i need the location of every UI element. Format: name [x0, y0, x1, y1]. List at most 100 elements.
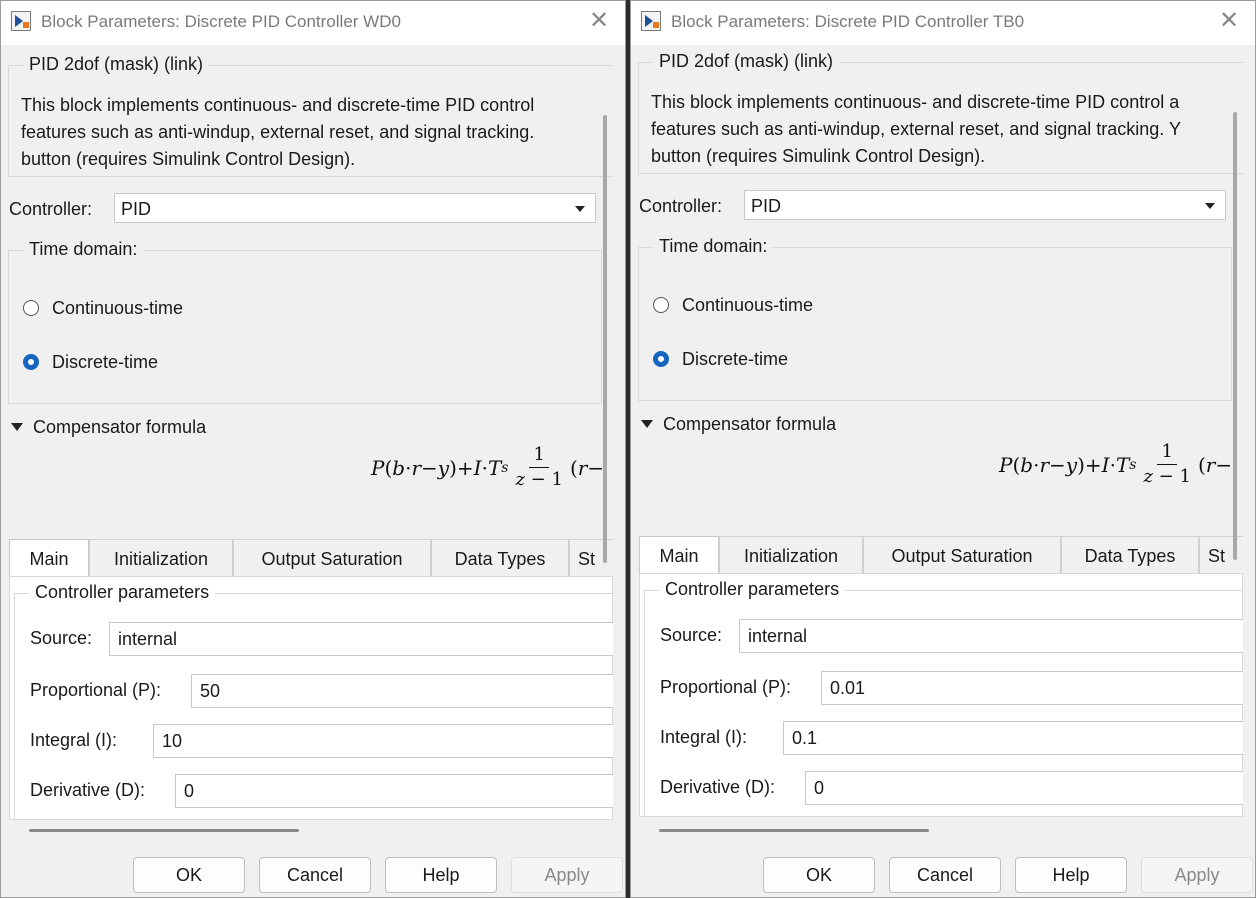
mask-description-group: PID 2dof (mask) (link) This block implem…: [8, 54, 613, 177]
triangle-down-icon: [641, 420, 653, 428]
source-field[interactable]: internal: [739, 619, 1243, 653]
vertical-scrollbar[interactable]: [603, 115, 607, 563]
cancel-button[interactable]: Cancel: [889, 857, 1001, 893]
chevron-down-icon: [575, 206, 585, 212]
tab-output-saturation[interactable]: Output Saturation: [863, 536, 1061, 574]
help-button[interactable]: Help: [385, 857, 497, 893]
derivative-field[interactable]: 0: [805, 771, 1243, 805]
derivative-field[interactable]: 0: [175, 774, 613, 808]
formula-term: −: [1152, 466, 1180, 487]
apply-button[interactable]: Apply: [1141, 857, 1253, 893]
vertical-scrollbar[interactable]: [1233, 112, 1237, 560]
formula-term: r: [1205, 452, 1216, 477]
formula-term: y: [437, 455, 450, 480]
proportional-label: Proportional (P):: [660, 677, 792, 697]
tab-main[interactable]: Main: [639, 536, 719, 576]
tab-label: Data Types: [454, 549, 546, 569]
tab-label: Main: [29, 549, 69, 569]
radio-circle-icon[interactable]: [653, 297, 669, 313]
chevron-down-icon: [1205, 203, 1215, 209]
help-button[interactable]: Help: [1015, 857, 1127, 893]
tab-main[interactable]: Main: [9, 539, 89, 579]
fraction-numerator: 1: [1157, 442, 1177, 465]
derivative-label: Derivative (D):: [660, 777, 776, 797]
triangle-down-icon: [11, 423, 23, 431]
horizontal-scrollbar[interactable]: [659, 829, 929, 832]
tab-label: St: [1208, 546, 1226, 566]
tab-data-types[interactable]: Data Types: [431, 539, 569, 577]
integral-field[interactable]: 0.1: [783, 721, 1243, 755]
pid-dialog-wd0: Block Parameters: Discrete PID Controlle…: [0, 0, 626, 898]
mask-description-group: PID 2dof (mask) (link) This block implem…: [638, 51, 1243, 174]
controller-select[interactable]: PID: [114, 193, 596, 223]
proportional-field[interactable]: 50: [191, 674, 613, 708]
title-bar[interactable]: Block Parameters: Discrete PID Controlle…: [1, 1, 625, 45]
compensator-formula-toggle[interactable]: Compensator formula: [641, 414, 836, 435]
formula-term: r: [411, 455, 422, 480]
formula-term: P: [999, 452, 1013, 477]
formula-term: −: [421, 455, 438, 480]
formula-term: −: [1049, 452, 1066, 477]
tab-data-types[interactable]: Data Types: [1061, 536, 1199, 574]
controller-select[interactable]: PID: [744, 190, 1226, 220]
horizontal-scrollbar[interactable]: [29, 829, 299, 832]
time-domain-label: Time domain:: [653, 236, 774, 257]
formula-term: I: [1101, 452, 1110, 477]
formula-term: y: [1065, 452, 1078, 477]
controller-parameters-group: Controller parameters Source: internal P…: [14, 582, 613, 820]
dialog-content: PID 2dof (mask) (link) This block implem…: [631, 42, 1243, 817]
simulink-app-icon: [11, 11, 31, 31]
mask-description: This block implements continuous- and di…: [651, 89, 1243, 170]
fraction-denominator: z − 1: [511, 468, 566, 490]
fraction-denominator: z − 1: [1139, 465, 1194, 487]
description-line: This block implements continuous- and di…: [651, 92, 1180, 112]
formula-term: z: [1143, 466, 1153, 487]
formula-term: r: [1039, 452, 1050, 477]
controller-value: PID: [751, 196, 782, 216]
fraction-numerator: 1: [529, 445, 549, 468]
radio-checked-icon[interactable]: [653, 351, 669, 367]
integral-field[interactable]: 10: [153, 724, 613, 758]
description-line: This block implements continuous- and di…: [21, 95, 535, 115]
controller-label: Controller:: [639, 196, 723, 216]
ok-button[interactable]: OK: [763, 857, 875, 893]
compensator-label: Compensator formula: [33, 417, 207, 437]
tab-initialization[interactable]: Initialization: [89, 539, 233, 577]
tab-output-saturation[interactable]: Output Saturation: [233, 539, 431, 577]
mask-label: PID 2dof (mask) (link): [653, 51, 840, 72]
close-icon[interactable]: ✕: [1215, 7, 1243, 35]
proportional-label: Proportional (P):: [30, 680, 162, 700]
dialog-content: PID 2dof (mask) (link) This block implem…: [1, 45, 613, 820]
radio-label: Discrete-time: [682, 349, 789, 369]
description-line: features such as anti-windup, external r…: [651, 119, 1181, 139]
window-title: Block Parameters: Discrete PID Controlle…: [41, 12, 401, 31]
formula-term: 1: [1179, 466, 1191, 487]
formula-term: T: [1115, 452, 1130, 477]
radio-label: Discrete-time: [52, 352, 159, 372]
main-tab-panel: Controller parameters Source: internal P…: [9, 576, 613, 820]
radio-circle-icon[interactable]: [23, 300, 39, 316]
pid-dialog-tb0: Block Parameters: Discrete PID Controlle…: [630, 0, 1256, 898]
controller-parameters-label: Controller parameters: [659, 579, 846, 600]
mask-description: This block implements continuous- and di…: [21, 92, 613, 173]
source-field[interactable]: internal: [109, 622, 613, 656]
formula-term: +: [1084, 452, 1102, 477]
tab-label: Data Types: [1084, 546, 1176, 566]
controller-label: Controller:: [9, 199, 93, 219]
title-bar[interactable]: Block Parameters: Discrete PID Controlle…: [631, 1, 1255, 45]
radio-label: Continuous-time: [52, 298, 184, 318]
cancel-button[interactable]: Cancel: [259, 857, 371, 893]
apply-button[interactable]: Apply: [511, 857, 623, 893]
compensator-formula-toggle[interactable]: Compensator formula: [11, 417, 206, 438]
ok-button[interactable]: OK: [133, 857, 245, 893]
proportional-field[interactable]: 0.01: [821, 671, 1243, 705]
tab-label: St: [578, 549, 596, 569]
description-line: button (requires Simulink Control Design…: [21, 149, 356, 169]
formula-term: (: [384, 455, 393, 480]
tab-initialization[interactable]: Initialization: [719, 536, 863, 574]
close-icon[interactable]: ✕: [585, 7, 613, 35]
compensator-formula: P(b · r − y) + I · Ts 1 z − 1 (r −: [371, 445, 604, 490]
description-line: button (requires Simulink Control Design…: [651, 146, 986, 166]
radio-checked-icon[interactable]: [23, 354, 39, 370]
controller-parameters-label: Controller parameters: [29, 582, 216, 603]
